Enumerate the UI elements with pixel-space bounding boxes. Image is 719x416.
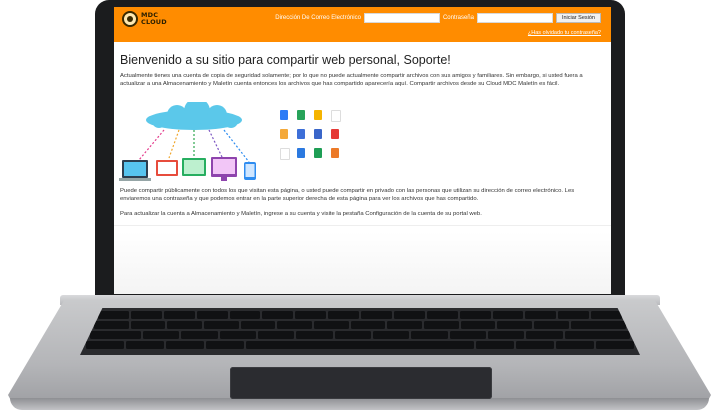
logo-line2: CLOUD (141, 18, 167, 26)
excel-icon (314, 148, 322, 158)
presentation-file-icon (314, 129, 322, 139)
cloud-icon (146, 102, 242, 130)
powerpoint-icon (331, 148, 339, 158)
laptop-touchpad (230, 367, 492, 399)
login-form: Dirección De Correo Electrónico Contrase… (275, 13, 601, 23)
password-label: Contraseña (442, 15, 474, 21)
laptop-screen: MDC CLOUD Dirección De Correo Electrónic… (114, 7, 611, 294)
sharing-paragraph: Puede compartir públicamente con todos l… (120, 188, 575, 203)
speaker-icon (280, 148, 290, 160)
page-bottom-area (114, 232, 611, 294)
audio-file-icon (280, 129, 288, 139)
video-file-icon (331, 129, 339, 139)
password-field[interactable] (476, 13, 553, 23)
site-header: MDC CLOUD Dirección De Correo Electrónic… (114, 7, 611, 42)
intro-paragraph: Actualmente tienes una cuenta de copia d… (120, 73, 583, 88)
page-title: Bienvenido a su sitio para compartir web… (120, 53, 451, 67)
upgrade-paragraph: Para actualizar la cuenta a Almacenamien… (120, 211, 482, 217)
laptop-keyboard (80, 308, 640, 355)
mdc-cloud-logo-icon (122, 11, 138, 27)
slides-icon (314, 110, 322, 120)
image-file-icon (297, 129, 305, 139)
email-label: Dirección De Correo Electrónico (275, 15, 361, 21)
laptop-base-edge (10, 398, 709, 410)
login-button[interactable]: Iniciar Sesión (555, 13, 601, 23)
pdf-icon (331, 110, 341, 122)
spreadsheet-icon (297, 110, 305, 120)
site-logo[interactable]: MDC CLOUD (122, 11, 167, 27)
device-icons (119, 157, 256, 181)
forgot-password-link[interactable]: ¿Has olvidado tu contraseña? (528, 30, 601, 36)
cloud-devices-illustration (119, 102, 256, 181)
word-icon (297, 148, 305, 158)
document-icon (280, 110, 288, 120)
email-field[interactable] (363, 13, 440, 23)
content-divider (114, 225, 611, 226)
logo-text: MDC CLOUD (141, 12, 167, 26)
